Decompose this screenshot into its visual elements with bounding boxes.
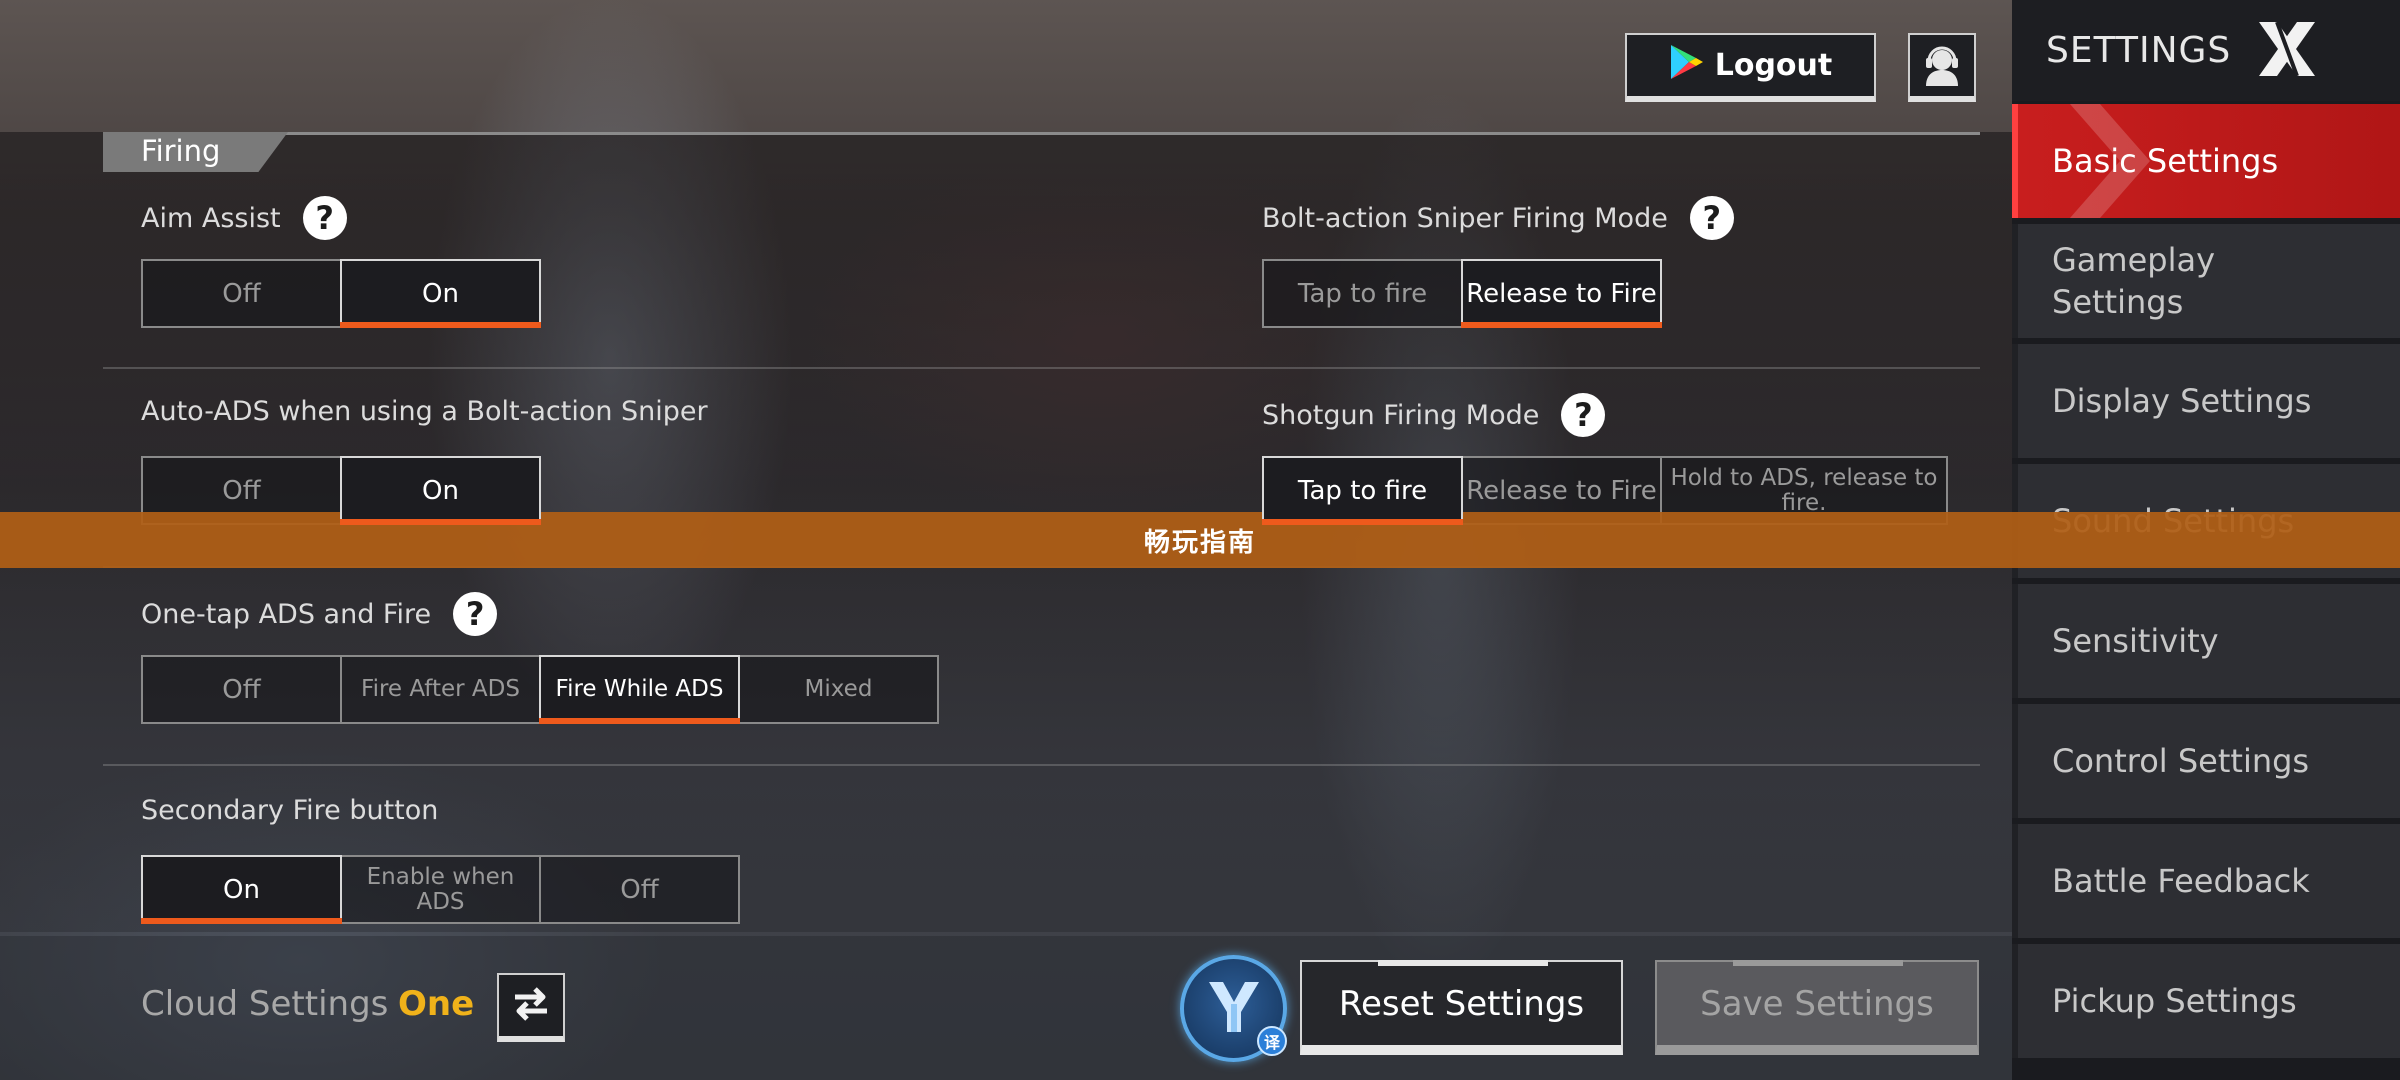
- logout-label: Logout: [1714, 48, 1833, 83]
- section-tab-firing: Firing: [103, 132, 288, 172]
- one-tap-ads-setting: One-tap ADS and Fire ?: [141, 592, 498, 636]
- settings-title: SETTINGS: [2046, 30, 2232, 71]
- cloud-settings-value: One: [398, 984, 475, 1024]
- shotgun-option-tap[interactable]: Tap to fire: [1262, 456, 1463, 525]
- question-mark-icon[interactable]: ?: [1561, 393, 1606, 437]
- auto-ads-setting: Auto-ADS when using a Bolt-action Sniper: [141, 396, 708, 427]
- sidebar-header: SETTINGS: [2012, 0, 2400, 101]
- translate-assistant-button[interactable]: 译: [1180, 955, 1287, 1062]
- sidebar-item-battle-feedback[interactable]: Battle Feedback: [2012, 824, 2400, 938]
- cloud-settings-label: Cloud Settings: [141, 984, 389, 1024]
- sidebar-item-label: Control Settings: [2052, 742, 2310, 780]
- google-play-icon: [1669, 43, 1705, 89]
- question-mark-icon[interactable]: ?: [453, 592, 498, 636]
- shotgun-firing-mode-label: Shotgun Firing Mode: [1262, 399, 1540, 431]
- one-tap-ads-toggle: Off Fire After ADS Fire While ADS Mixed: [141, 655, 939, 724]
- sidebar-item-label: Pickup Settings: [2052, 982, 2297, 1020]
- auto-ads-label: Auto-ADS when using a Bolt-action Sniper: [141, 396, 708, 427]
- one-tap-option-mixed[interactable]: Mixed: [738, 655, 939, 724]
- secondary-fire-setting: Secondary Fire button: [141, 795, 438, 826]
- sidebar-item-control-settings[interactable]: Control Settings: [2012, 704, 2400, 818]
- question-mark-icon[interactable]: ?: [1689, 196, 1734, 240]
- reset-settings-button[interactable]: Reset Settings: [1300, 960, 1623, 1055]
- sidebar-item-label: Sensitivity: [2052, 622, 2219, 660]
- secondary-fire-option-enable-when-ads[interactable]: Enable when ADS: [340, 855, 541, 924]
- secondary-fire-option-on[interactable]: On: [141, 855, 342, 924]
- sidebar-item-label: Basic Settings: [2052, 142, 2279, 180]
- sidebar-item-sensitivity[interactable]: Sensitivity: [2012, 584, 2400, 698]
- translate-tag: 译: [1257, 1026, 1287, 1056]
- logout-button[interactable]: Logout: [1625, 33, 1876, 102]
- sidebar-item-gameplay-settings[interactable]: Gameplay Settings: [2012, 224, 2400, 338]
- bolt-action-option-release[interactable]: Release to Fire: [1461, 259, 1662, 328]
- sidebar-item-label: Gameplay Settings: [2052, 241, 2216, 321]
- secondary-fire-label: Secondary Fire button: [141, 795, 439, 826]
- sidebar-item-basic-settings[interactable]: Basic Settings: [2012, 104, 2400, 218]
- secondary-fire-option-off[interactable]: Off: [539, 855, 740, 924]
- aim-assist-setting: Aim Assist ?: [141, 196, 347, 240]
- bolt-action-firing-mode-toggle: Tap to fire Release to Fire: [1262, 259, 1662, 328]
- aim-assist-option-on[interactable]: On: [340, 259, 541, 328]
- translate-logo-icon: [1201, 974, 1267, 1044]
- bolt-action-option-tap[interactable]: Tap to fire: [1262, 259, 1463, 328]
- shotgun-firing-mode-setting: Shotgun Firing Mode ?: [1262, 393, 1606, 437]
- customer-support-button[interactable]: [1908, 33, 1976, 102]
- aim-assist-option-off[interactable]: Off: [141, 259, 342, 328]
- bolt-action-firing-mode-label: Bolt-action Sniper Firing Mode: [1262, 202, 1668, 234]
- aim-assist-toggle: Off On: [141, 259, 541, 328]
- one-tap-option-off[interactable]: Off: [141, 655, 342, 724]
- row-divider: [103, 367, 1980, 369]
- row-divider: [103, 764, 1980, 766]
- swap-arrows-icon: [509, 984, 553, 1028]
- one-tap-option-fire-after-ads[interactable]: Fire After ADS: [340, 655, 541, 724]
- question-mark-icon[interactable]: ?: [302, 196, 347, 240]
- headset-support-icon: [1918, 40, 1966, 92]
- sidebar-item-display-settings[interactable]: Display Settings: [2012, 344, 2400, 458]
- bolt-action-firing-mode-setting: Bolt-action Sniper Firing Mode ?: [1262, 196, 1734, 240]
- auto-ads-option-on[interactable]: On: [340, 456, 541, 525]
- secondary-fire-toggle: On Enable when ADS Off: [141, 855, 740, 924]
- sidebar-item-label: Display Settings: [2052, 382, 2312, 420]
- save-settings-button[interactable]: Save Settings: [1655, 960, 1979, 1055]
- one-tap-ads-label: One-tap ADS and Fire: [141, 598, 432, 630]
- sidebar-item-label: Battle Feedback: [2052, 862, 2310, 900]
- sidebar-item-pickup-settings[interactable]: Pickup Settings: [2012, 944, 2400, 1058]
- close-icon[interactable]: [2255, 20, 2319, 82]
- section-divider: [103, 132, 1980, 135]
- cloud-swap-button[interactable]: [497, 973, 565, 1042]
- aim-assist-label: Aim Assist: [141, 202, 281, 234]
- one-tap-option-fire-while-ads[interactable]: Fire While ADS: [539, 655, 740, 724]
- guide-banner-text: 畅玩指南: [1143, 527, 1256, 558]
